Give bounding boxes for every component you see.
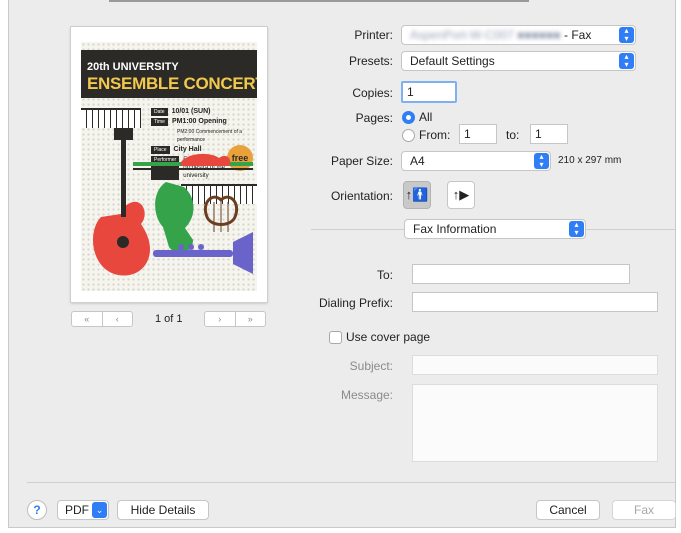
pages-to-field[interactable]: 1 [530, 124, 568, 144]
cover-page-checkbox[interactable] [329, 331, 342, 344]
pages-to-label: to: [506, 128, 520, 142]
printer-popup-arrows-icon: ▴ ▾ [619, 27, 634, 43]
sheet-top-edge [109, 0, 529, 2]
portrait-orientation-button[interactable]: ↑🚹 [403, 181, 431, 209]
subject-label: Subject: [349, 359, 393, 373]
cover-page-label: Use cover page [346, 330, 431, 344]
printer-popup[interactable]: AspenPort-W-C007 ■■■■■■ - Fax ▴ ▾ [401, 25, 636, 45]
pages-all-label: All [419, 110, 433, 124]
section-popup[interactable]: Fax Information ▴ ▾ [404, 219, 586, 239]
preview-back-nav: « ‹ [71, 311, 133, 327]
copies-field[interactable]: 1 [401, 81, 457, 103]
preview-forward-nav: › » [204, 311, 266, 327]
pdf-label: PDF [65, 503, 89, 517]
orientation-label: Orientation: [330, 189, 393, 203]
message-field[interactable] [412, 384, 658, 462]
presets-value: Default Settings [410, 54, 495, 68]
hide-details-button[interactable]: Hide Details [117, 500, 209, 520]
previous-page-button[interactable]: ‹ [101, 312, 133, 326]
last-page-button[interactable]: » [234, 312, 266, 326]
landscape-person-icon: ↑▶ [452, 187, 470, 202]
pages-from-radio[interactable] [402, 129, 415, 142]
print-dialog: 20th UNIVERSITY ENSEMBLE CONCERT Date 10/… [8, 0, 676, 528]
portrait-person-icon: ↑🚹 [405, 187, 429, 202]
page-indicator: 1 of 1 [155, 313, 183, 325]
message-label: Message: [340, 388, 393, 402]
section-value: Fax Information [413, 222, 497, 236]
pages-from-field[interactable]: 1 [459, 124, 497, 144]
dialing-prefix-label: Dialing Prefix: [318, 296, 393, 310]
cancel-button[interactable]: Cancel [536, 500, 600, 520]
help-button[interactable]: ? [27, 500, 47, 520]
printer-name-redacted: AspenPort-W-C007 ■■■■■■ [410, 28, 561, 42]
landscape-orientation-button[interactable]: ↑▶ [447, 181, 475, 209]
paper-size-arrows-icon: ▴ ▾ [534, 153, 549, 169]
page-preview: 20th UNIVERSITY ENSEMBLE CONCERT Date 10/… [71, 27, 267, 302]
poster-image: 20th UNIVERSITY ENSEMBLE CONCERT Date 10/… [81, 42, 257, 291]
printer-label: Printer: [354, 28, 393, 42]
paper-size-value: A4 [410, 154, 425, 168]
first-page-button[interactable]: « [72, 312, 102, 326]
instruments-graphic [93, 128, 253, 276]
copies-label: Copies: [352, 86, 393, 100]
pages-all-radio[interactable] [402, 111, 415, 124]
paper-size-label: Paper Size: [330, 154, 393, 168]
pages-label: Pages: [355, 111, 393, 125]
fax-to-label: To: [376, 268, 393, 282]
pages-from-label: From: [419, 128, 451, 142]
presets-label: Presets: [348, 54, 393, 68]
subject-field[interactable] [412, 355, 658, 375]
next-page-button[interactable]: › [205, 312, 235, 326]
presets-popup-arrows-icon: ▴ ▾ [619, 53, 634, 69]
footer-separator [27, 482, 675, 483]
presets-popup[interactable]: Default Settings ▴ ▾ [401, 51, 636, 71]
pdf-menu-button[interactable]: PDF ⌄ [57, 500, 109, 520]
paper-size-popup[interactable]: A4 ▴ ▾ [401, 151, 551, 171]
fax-to-field[interactable] [412, 264, 630, 284]
pdf-chevron-down-icon: ⌄ [92, 502, 107, 518]
paper-dimensions: 210 x 297 mm [558, 155, 622, 166]
section-popup-arrows-icon: ▴ ▾ [569, 221, 584, 237]
fax-button[interactable]: Fax [612, 500, 676, 520]
dialing-prefix-field[interactable] [412, 292, 658, 312]
printer-suffix: - Fax [564, 28, 592, 42]
